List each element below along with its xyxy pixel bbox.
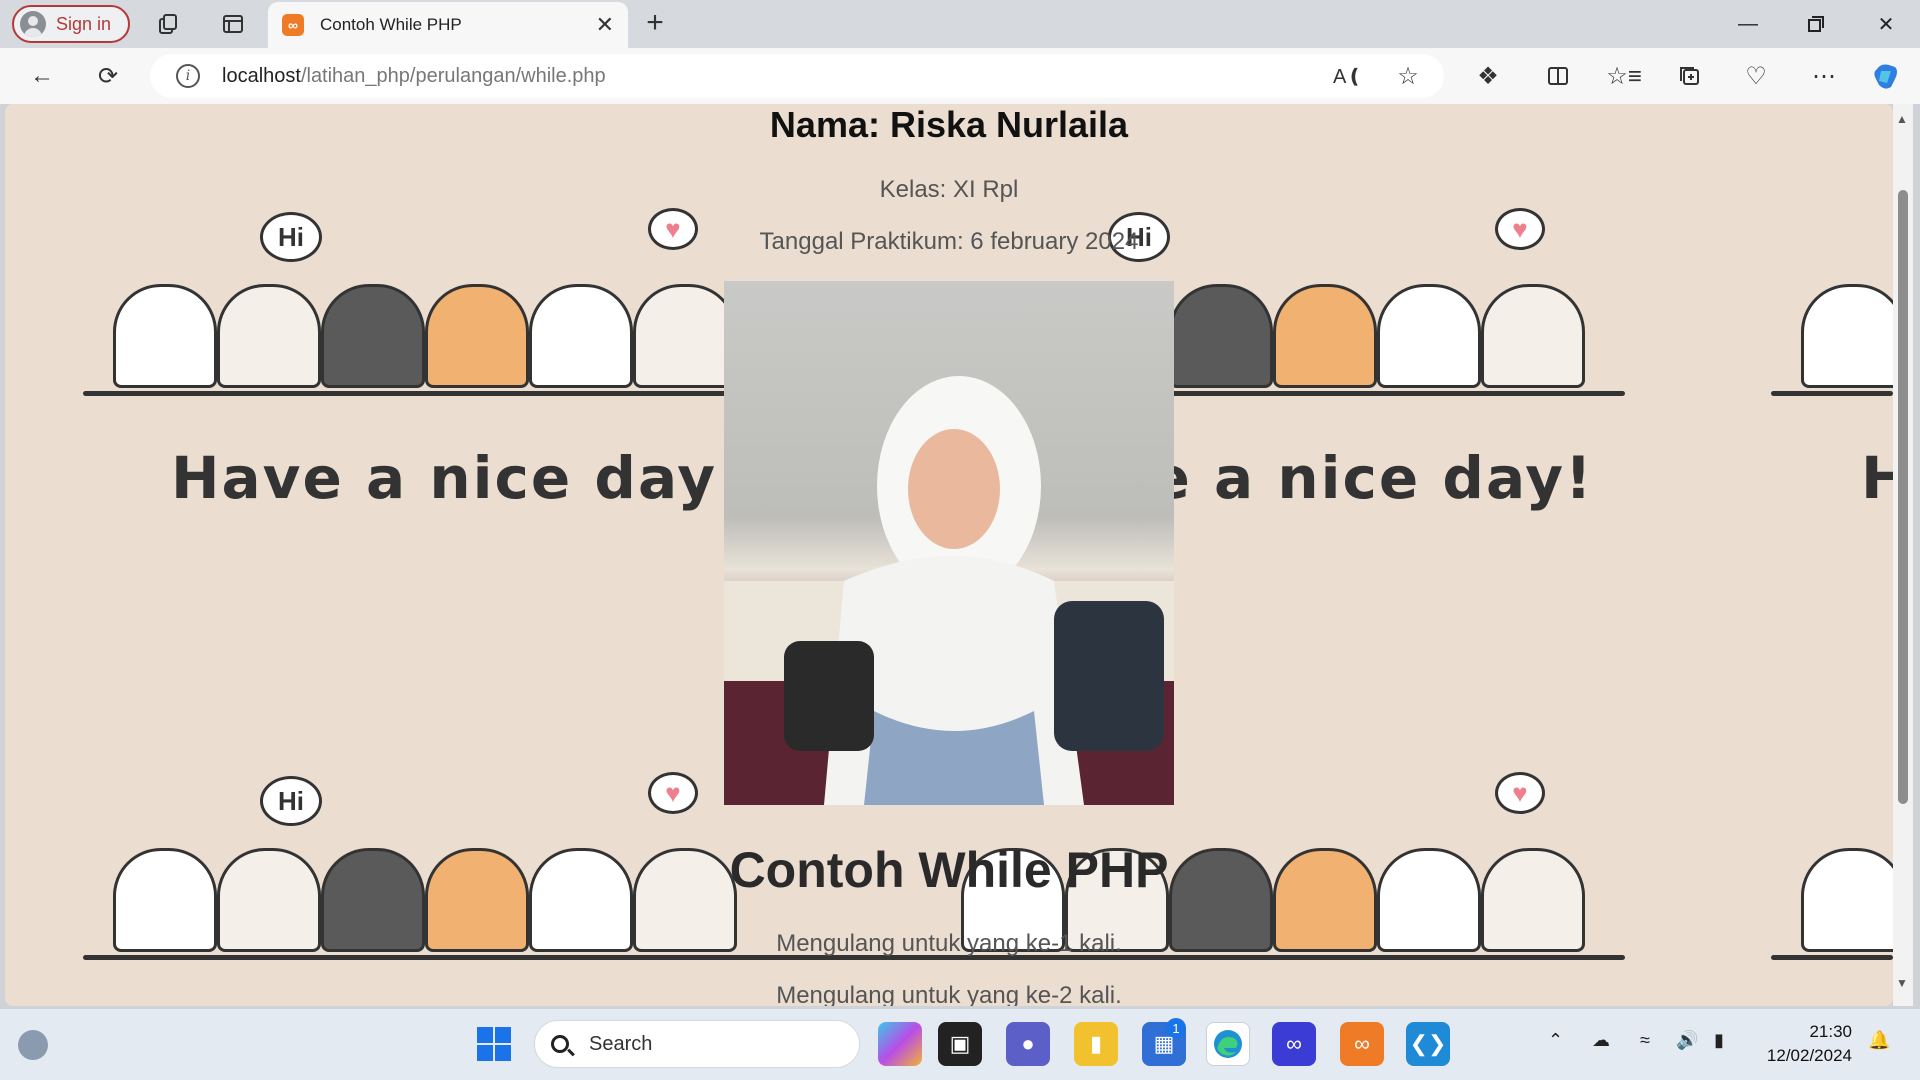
cat-illustration [425, 284, 529, 388]
cat-illustration [1169, 284, 1273, 388]
restore-button[interactable] [1786, 6, 1846, 42]
page-heading: Contoh While PHP [729, 842, 1169, 898]
wifi-icon[interactable]: ≈ [1640, 1030, 1650, 1051]
url-host: localhost [222, 64, 301, 87]
close-tab-icon[interactable]: ✕ [596, 12, 614, 38]
collections-icon[interactable] [1672, 60, 1708, 92]
student-class: Kelas: XI Rpl [879, 176, 1019, 203]
cat-illustration [1273, 284, 1377, 388]
new-tab-button[interactable]: + [638, 6, 672, 40]
favorites-icon[interactable]: ☆≡ [1606, 60, 1642, 92]
shelf-line [1165, 391, 1625, 396]
cat-illustration [529, 284, 633, 388]
cat-illustration [1481, 284, 1585, 388]
teams-chat-icon[interactable]: ● [1006, 1022, 1050, 1066]
visual-studio-icon[interactable]: ∞ [1272, 1022, 1316, 1066]
url-text[interactable]: localhost/latihan_php/perulangan/while.p… [222, 65, 606, 88]
close-window-button[interactable]: ✕ [1856, 6, 1916, 42]
file-explorer-icon[interactable]: ▮ [1074, 1022, 1118, 1066]
xampp-icon: ∞ [282, 14, 304, 36]
vscode-icon[interactable]: ❮❯ [1406, 1022, 1450, 1066]
loop-output-line: Mengulang untuk yang ke-1 kali. [776, 930, 1122, 957]
search-placeholder: Search [589, 1032, 653, 1055]
more-options-icon[interactable]: ⋯ [1806, 60, 1842, 92]
slogan-text: Have a nice day! [171, 444, 746, 512]
browser-essentials-icon[interactable]: ♡ [1738, 60, 1774, 92]
student-name: Nama: Riska Nurlaila [769, 104, 1129, 145]
cat-illustration [1377, 284, 1481, 388]
volume-icon[interactable]: 🔊 [1676, 1030, 1698, 1051]
loop-output-line: Mengulang untuk yang ke-2 kali. [776, 982, 1122, 1006]
cat-illustration [633, 284, 737, 388]
tab-title: Contoh While PHP [320, 15, 462, 34]
scrollbar-thumb[interactable] [1898, 190, 1908, 804]
extensions-icon[interactable]: ❖ [1470, 60, 1506, 92]
sign-in-label: Sign in [56, 13, 112, 34]
scroll-down-arrow-icon[interactable]: ▼ [1896, 976, 1908, 990]
cat-illustration [217, 284, 321, 388]
sign-in-button[interactable]: Sign in [12, 5, 130, 43]
tab-actions-icon[interactable] [218, 10, 248, 38]
split-screen-icon[interactable] [1540, 60, 1576, 92]
show-hidden-icons-icon[interactable]: ⌃ [1548, 1030, 1563, 1051]
minimize-button[interactable]: — [1718, 6, 1778, 42]
read-aloud-icon[interactable]: A❪ [1330, 60, 1366, 92]
shelf-line [83, 391, 733, 396]
onedrive-icon[interactable]: ☁ [1592, 1030, 1610, 1051]
battery-icon[interactable]: ▮ [1714, 1030, 1724, 1051]
favorite-star-icon[interactable]: ☆ [1390, 60, 1426, 92]
xampp-taskbar-icon[interactable]: ∞ [1340, 1022, 1384, 1066]
refresh-icon[interactable]: ⟳ [90, 60, 126, 92]
notifications-bell-icon[interactable]: 🔔 [1868, 1030, 1890, 1051]
weather-widget-icon[interactable] [18, 1030, 48, 1060]
edge-browser-icon[interactable] [1206, 1022, 1250, 1066]
address-bar[interactable]: i localhost/latihan_php/perulangan/while… [150, 54, 1444, 98]
page-viewport: Hi ♥ Hi ♥ Have a nice day! Have a nice d… [5, 104, 1893, 1006]
windows-start-icon[interactable] [476, 1026, 512, 1062]
student-photo [724, 281, 1174, 805]
cat-illustration [1801, 284, 1893, 388]
profile-avatar-icon [20, 11, 46, 37]
cat-illustration [321, 284, 425, 388]
copilot-icon[interactable] [1868, 60, 1904, 92]
store-badge: 1 [1166, 1018, 1186, 1038]
copilot-preview-icon[interactable] [878, 1022, 922, 1066]
practicum-date: Tanggal Praktikum: 6 february 2024 [759, 228, 1139, 255]
url-path: /latihan_php/perulangan/while.php [300, 64, 606, 87]
clock-date: 12/02/2024 [1766, 1046, 1852, 1065]
back-icon[interactable]: ← [24, 60, 60, 92]
clock-time: 21:30 [1809, 1022, 1852, 1041]
hi-bubble-icon: Hi [260, 776, 322, 826]
taskbar-search-box[interactable]: Search [534, 1020, 860, 1068]
shelf-line [1771, 391, 1893, 396]
task-view-icon[interactable]: ▣ [938, 1022, 982, 1066]
cat-illustration [113, 284, 217, 388]
slogan-text: Have a nice day! [1861, 444, 1893, 512]
site-info-icon[interactable]: i [176, 64, 200, 88]
heart-bubble-icon: ♥ [1495, 772, 1545, 814]
search-icon [551, 1035, 569, 1053]
scroll-up-arrow-icon[interactable]: ▲ [1896, 112, 1908, 126]
tab-active[interactable]: ∞ Contoh While PHP ✕ [268, 2, 628, 48]
workspaces-icon[interactable] [154, 10, 184, 38]
system-clock[interactable]: 21:30 12/02/2024 [1756, 1020, 1852, 1068]
heart-bubble-icon: ♥ [648, 772, 698, 814]
